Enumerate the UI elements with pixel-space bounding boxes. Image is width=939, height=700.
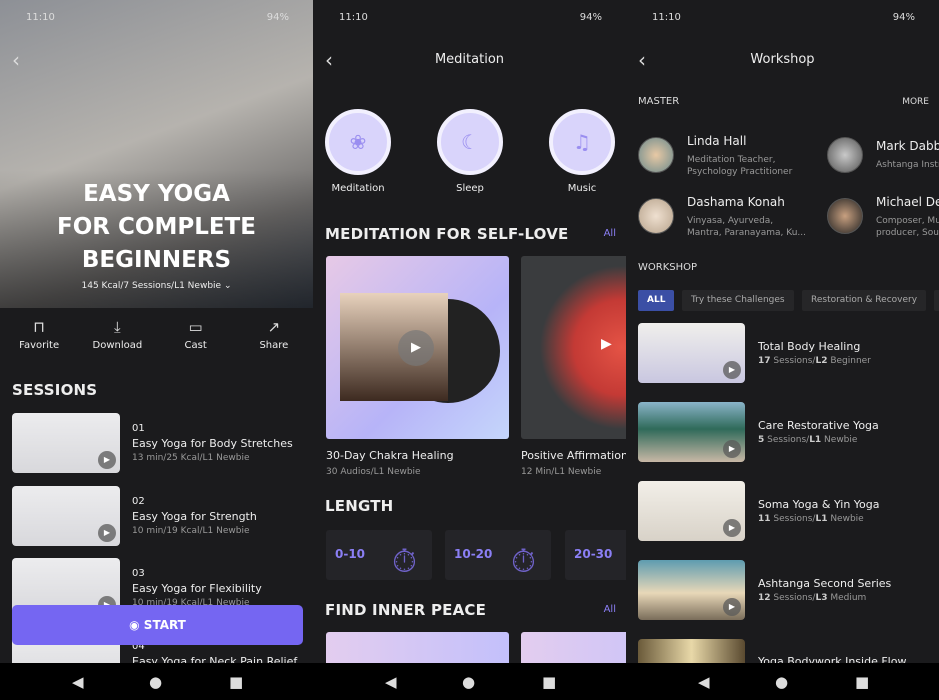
workshop-thumbnail: ▶ — [638, 560, 745, 620]
nav-home-button[interactable]: ● — [149, 673, 162, 691]
see-all-link[interactable]: All — [604, 228, 616, 239]
action-row: ⊓ Favorite ⤓ Download ▭ Cast ↗ Share — [0, 318, 313, 351]
session-item[interactable]: ▶ 02 Easy Yoga for Strength 10 min/19 Kcal… — [12, 486, 312, 546]
cast-button[interactable]: ▭ Cast — [157, 318, 235, 351]
section-title: MEDITATION FOR SELF-LOVE — [325, 225, 569, 243]
length-0-10[interactable]: 0-10 ⏱ — [326, 530, 432, 580]
nav-home-button[interactable]: ● — [775, 673, 788, 691]
nav-back-button[interactable]: ◀ — [698, 673, 710, 691]
section-title: FIND INNER PEACE — [325, 601, 487, 619]
share-button[interactable]: ↗ Share — [235, 318, 313, 351]
stopwatch-icon: ⏱ — [511, 542, 536, 580]
bookmark-icon: ⊓ — [33, 318, 45, 336]
play-icon: ▶ — [98, 524, 116, 542]
back-button[interactable]: ‹ — [12, 48, 20, 72]
program-title: EASY YOGA FOR COMPLETE BEGINNERS — [57, 181, 256, 273]
share-icon: ↗ — [267, 318, 281, 336]
workshop-thumbnail: ▶ — [638, 323, 745, 383]
workshop-item[interactable]: ▶ Care Restorative Yoga 5 Sessions/L1 Newb… — [638, 402, 938, 467]
play-icon: ▶ — [723, 440, 741, 458]
lotus-icon: ❀ — [325, 109, 391, 175]
favorite-button[interactable]: ⊓ Favorite — [0, 318, 78, 351]
play-icon: ▶ — [723, 361, 741, 379]
play-icon: ▶ — [723, 519, 741, 537]
filter-chip-all[interactable]: ALL — [638, 290, 675, 311]
nav-recent-button[interactable]: ■ — [855, 673, 869, 691]
section-title: WORKSHOP — [638, 262, 698, 273]
cast-icon: ▭ — [188, 318, 203, 336]
card-image: ▶ — [521, 256, 626, 439]
master-item[interactable]: Mark DabbsAshtanga Instructor — [827, 137, 939, 177]
avatar — [638, 137, 674, 173]
play-icon: ▶ — [601, 336, 612, 352]
workshop-thumbnail: ▶ — [638, 481, 745, 541]
avatar — [827, 198, 863, 234]
session-thumbnail: ▶ — [12, 413, 120, 473]
avatar — [827, 137, 863, 173]
master-item[interactable]: Linda Hall Meditation Teacher, Psychology … — [638, 134, 818, 177]
audio-card[interactable]: ▶ 30-Day Chakra Healing 30 Audios/L1 New… — [326, 256, 509, 486]
category-meditation[interactable]: ❀ Meditation — [325, 109, 391, 199]
filter-chip-challenges[interactable]: Try these Challenges — [682, 290, 794, 311]
navigation-bar: ◀ ● ■ — [0, 663, 313, 700]
nav-recent-button[interactable]: ■ — [542, 673, 556, 691]
start-button[interactable]: ◉ START — [12, 605, 303, 645]
play-icon: ▶ — [98, 451, 116, 469]
chevron-down-icon: ⌄ — [223, 281, 232, 291]
more-link[interactable]: MORE — [902, 97, 929, 107]
section-title: LENGTH — [325, 497, 394, 515]
session-thumbnail: ▶ — [12, 486, 120, 546]
master-item[interactable]: Michael DeanComposer, Musicproducer, Sou… — [827, 195, 939, 238]
workshop-item[interactable]: ▶ Ashtanga Second Series 12 Sessions/L3 Me… — [638, 560, 938, 625]
length-20-30[interactable]: 20-30 — [565, 530, 626, 580]
section-title: MASTER — [638, 96, 680, 107]
nav-back-button[interactable]: ◀ — [72, 673, 84, 691]
category-music[interactable]: ♫ Music — [549, 109, 615, 199]
navigation-bar: ◀ ● ■ — [313, 663, 626, 700]
workshop-item[interactable]: ▶ Total Body Healing 17 Sessions/L2 Beginn… — [638, 323, 938, 388]
download-button[interactable]: ⤓ Download — [78, 318, 156, 351]
sessions-title: SESSIONS — [12, 381, 98, 399]
workshop-thumbnail: ▶ — [638, 402, 745, 462]
audio-card[interactable]: ▶ Positive Affirmation 12 Min/L1 Newbie — [521, 256, 626, 486]
play-icon: ▶ — [398, 330, 434, 366]
meditation-screen: 11:10 94% ‹ Meditation ❀ Meditation ☾ Sleep… — [313, 0, 626, 700]
yoga-program-screen: 11:10 94% ‹ EASY YOGA FOR COMPLETE BEGINN… — [0, 0, 313, 700]
navigation-bar: ◀ ● ■ — [626, 663, 939, 700]
stopwatch-icon: ⏱ — [392, 542, 417, 580]
page-title: Meditation — [434, 52, 505, 67]
master-item[interactable]: Dashama Konah Vinyasa, Ayurveda, Mantra, P… — [638, 195, 818, 238]
avatar — [638, 198, 674, 234]
play-icon: ▶ — [723, 598, 741, 616]
see-all-link[interactable]: All — [604, 604, 616, 615]
music-note-icon: ♫ — [549, 109, 615, 175]
page-title: Workshop — [750, 52, 815, 67]
filter-chip-more[interactable] — [934, 290, 939, 311]
program-subtitle[interactable]: 145 Kcal/7 Sessions/L1 Newbie ⌄ — [0, 281, 313, 291]
nav-back-button[interactable]: ◀ — [385, 673, 397, 691]
category-sleep[interactable]: ☾ Sleep — [437, 109, 503, 199]
length-10-20[interactable]: 10-20 ⏱ — [445, 530, 551, 580]
nav-home-button[interactable]: ● — [462, 673, 475, 691]
session-item[interactable]: ▶ 01 Easy Yoga for Body Stretches 13 min/2… — [12, 413, 312, 473]
download-icon: ⤓ — [114, 318, 121, 336]
filter-chip-restoration[interactable]: Restoration & Recovery — [802, 290, 927, 311]
moon-icon: ☾ — [437, 109, 503, 175]
workshop-screen: 11:10 94% ‹ Workshop MASTER MORE Linda Ha… — [626, 0, 939, 700]
card-image: ▶ — [326, 256, 509, 439]
nav-recent-button[interactable]: ■ — [229, 673, 243, 691]
workshop-item[interactable]: ▶ Soma Yoga & Yin Yoga 11 Sessions/L1 Newb… — [638, 481, 938, 546]
play-circle-icon: ◉ — [129, 618, 140, 632]
